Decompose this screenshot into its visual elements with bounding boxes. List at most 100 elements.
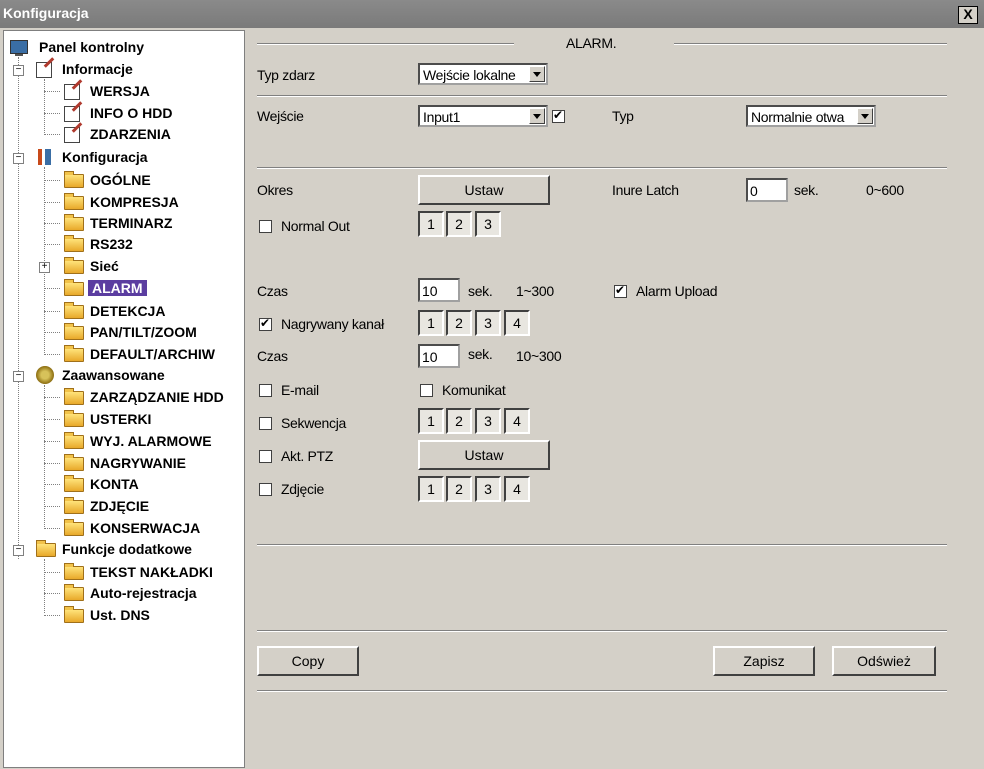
komunikat-label: Komunikat	[442, 382, 506, 398]
tree-label: Sieć	[90, 258, 119, 274]
alarm-upload-checkbox[interactable]	[614, 283, 627, 298]
input-value: 10	[422, 349, 438, 365]
divider	[257, 95, 947, 97]
nagrywany-channel-2[interactable]: 2	[446, 310, 472, 336]
tree-label: RS232	[90, 236, 133, 252]
nagrywany-channel-3[interactable]: 3	[475, 310, 501, 336]
czas1-unit: sek.	[468, 283, 493, 299]
folder-icon	[64, 454, 84, 471]
button-label: Odśwież	[857, 653, 911, 669]
folder-icon	[64, 410, 84, 427]
nagrywany-channel-1[interactable]: 1	[418, 310, 444, 336]
tree-label: KONSERWACJA	[90, 520, 201, 536]
akt-ptz-checkbox[interactable]	[259, 450, 272, 463]
tree-label: ZDARZENIA	[90, 126, 171, 142]
normal-out-checkbox[interactable]	[259, 220, 272, 233]
tree-label: ALARM	[88, 280, 147, 296]
zdjecie-channel-4[interactable]: 4	[504, 476, 530, 502]
folder-icon	[64, 193, 84, 210]
typ-label: Typ	[612, 108, 634, 124]
inure-range: 0~600	[866, 182, 904, 198]
note-icon	[64, 84, 80, 100]
typ-zdarz-select[interactable]: Wejście lokalne	[418, 63, 548, 85]
collapse-icon[interactable]: −	[13, 371, 24, 382]
czas1-label: Czas	[257, 283, 288, 299]
typ-zdarz-label: Typ zdarz	[257, 67, 315, 83]
chevron-down-icon[interactable]	[857, 108, 873, 124]
collapse-icon[interactable]: −	[13, 65, 24, 76]
nagrywany-channel-4[interactable]: 4	[504, 310, 530, 336]
sekwencja-channel-3[interactable]: 3	[475, 408, 501, 434]
sekwencja-checkbox[interactable]	[259, 417, 272, 430]
okres-ustaw-button[interactable]: Ustaw	[418, 175, 550, 205]
close-button[interactable]: X	[958, 6, 978, 24]
nagrywany-label: Nagrywany kanał	[281, 316, 384, 332]
tree-label: NAGRYWANIE	[90, 455, 186, 471]
note-icon	[64, 127, 80, 143]
czas2-range: 10~300	[516, 348, 562, 364]
tree-label: Auto-rejestracja	[90, 585, 197, 601]
nagrywany-checkbox[interactable]	[259, 316, 272, 331]
collapse-icon[interactable]: −	[13, 545, 24, 556]
tree-label: WYJ. ALARMOWE	[90, 433, 212, 449]
czas2-input[interactable]: 10	[418, 344, 460, 368]
folder-icon	[64, 235, 84, 252]
sek-label: sek.	[794, 182, 819, 198]
inure-latch-label: Inure Latch	[612, 182, 679, 198]
sekwencja-label: Sekwencja	[281, 415, 347, 431]
section-divider	[257, 43, 514, 45]
normal-out-channel-2[interactable]: 2	[446, 211, 472, 237]
chevron-down-icon[interactable]	[529, 108, 545, 124]
tree-label: Funkcje dodatkowe	[62, 541, 192, 557]
komunikat-checkbox[interactable]	[420, 384, 433, 397]
email-checkbox[interactable]	[259, 384, 272, 397]
tree-label: Informacje	[62, 61, 133, 77]
folder-icon	[64, 475, 84, 492]
collapse-icon[interactable]: −	[13, 153, 24, 164]
czas1-input[interactable]: 10	[418, 278, 460, 302]
section-title: ALARM.	[566, 35, 617, 51]
zdjecie-channel-3[interactable]: 3	[475, 476, 501, 502]
folder-icon	[64, 302, 84, 319]
input-value: 0	[750, 183, 758, 199]
folder-icon	[64, 432, 84, 449]
divider	[257, 630, 947, 632]
tree-label: Panel kontrolny	[39, 39, 145, 55]
select-value: Wejście lokalne	[423, 67, 516, 83]
button-label: Ustaw	[464, 182, 504, 198]
alarm-upload-label: Alarm Upload	[636, 283, 718, 299]
ptz-ustaw-button[interactable]: Ustaw	[418, 440, 550, 470]
input-value: 10	[422, 283, 438, 299]
zdjecie-checkbox[interactable]	[259, 483, 272, 496]
expand-icon[interactable]: +	[39, 262, 50, 273]
normal-out-channel-1[interactable]: 1	[418, 211, 444, 237]
inure-latch-input[interactable]: 0	[746, 178, 788, 202]
folder-icon	[64, 497, 84, 514]
zdjecie-channel-1[interactable]: 1	[418, 476, 444, 502]
odswiez-button[interactable]: Odśwież	[832, 646, 936, 676]
folder-icon	[64, 563, 84, 580]
folder-icon	[64, 584, 84, 601]
sekwencja-channel-1[interactable]: 1	[418, 408, 444, 434]
alarm-panel: ALARM. Typ zdarz Wejście lokalne Wejście…	[246, 30, 984, 769]
note-icon	[64, 106, 80, 122]
sekwencja-channel-4[interactable]: 4	[504, 408, 530, 434]
wejscie-checkbox[interactable]	[552, 108, 565, 123]
config-window: Konfiguracja X Panel kontrolny − Informa…	[0, 0, 984, 769]
tree-label: Konfiguracja	[62, 149, 148, 165]
wejscie-select[interactable]: Input1	[418, 105, 548, 127]
folder-icon	[64, 345, 84, 362]
typ-select[interactable]: Normalnie otwa	[746, 105, 876, 127]
normal-out-channel-3[interactable]: 3	[475, 211, 501, 237]
zapisz-button[interactable]: Zapisz	[713, 646, 815, 676]
tree-label: WERSJA	[90, 83, 150, 99]
button-label: Ustaw	[464, 447, 504, 463]
folder-icon	[64, 519, 84, 536]
sekwencja-channel-2[interactable]: 2	[446, 408, 472, 434]
folder-icon	[64, 323, 84, 340]
czas1-range: 1~300	[516, 283, 554, 299]
chevron-down-icon[interactable]	[529, 66, 545, 82]
copy-button[interactable]: Copy	[257, 646, 359, 676]
zdjecie-channel-2[interactable]: 2	[446, 476, 472, 502]
tree-label: KOMPRESJA	[90, 194, 179, 210]
